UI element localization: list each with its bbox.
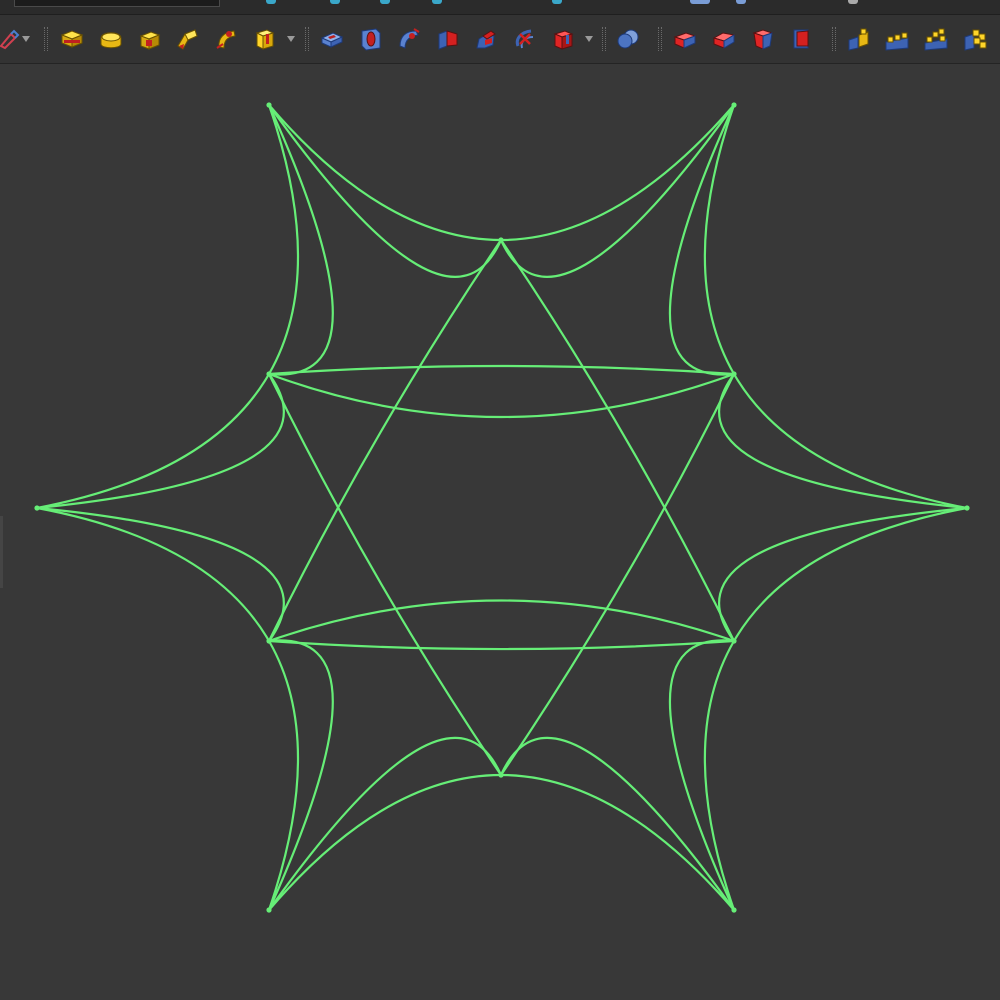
sketch-vertex[interactable] [964, 505, 970, 511]
sketch-vertex[interactable] [498, 772, 504, 778]
subtractive-pipe-icon[interactable] [470, 23, 502, 55]
sketch-curve[interactable] [668, 639, 736, 911]
chamfer-icon[interactable] [708, 23, 740, 55]
toolbar-separator [44, 27, 48, 51]
sketch-geometry[interactable] [0, 64, 1000, 1000]
toolbar-partial-icon[interactable] [690, 0, 710, 4]
sketch-vertex[interactable] [34, 505, 40, 511]
sketch-curve[interactable] [703, 506, 968, 911]
polar-pattern-icon[interactable] [920, 23, 952, 55]
sketch-curve[interactable] [703, 104, 968, 510]
sketch-curve[interactable] [268, 373, 502, 776]
subtractive-loft-icon[interactable] [432, 23, 464, 55]
dropdown-arrow-icon[interactable] [287, 36, 295, 42]
sketch-curve[interactable] [717, 373, 968, 510]
partdesign-toolbar [0, 15, 1000, 64]
sketch-curve[interactable] [668, 104, 736, 376]
sketch-vertex[interactable] [266, 638, 272, 644]
toolbar-separator [305, 27, 309, 51]
toolbar-separator [832, 27, 836, 51]
toolbar-partial-icon[interactable] [552, 0, 562, 4]
sketch-curve[interactable] [268, 599, 735, 643]
multitransform-icon[interactable] [959, 23, 991, 55]
sketch-curve[interactable] [500, 239, 735, 642]
sketch-curve[interactable] [268, 372, 735, 419]
toolbar-partial-icon[interactable] [266, 0, 276, 4]
linear-pattern-icon[interactable] [881, 23, 913, 55]
dropdown-arrow-icon[interactable] [585, 36, 593, 42]
loft-icon[interactable] [172, 23, 204, 55]
mirrored-icon[interactable] [843, 23, 875, 55]
sketch-vertex[interactable] [731, 638, 737, 644]
hole-icon[interactable] [355, 23, 387, 55]
groove-icon[interactable] [393, 23, 425, 55]
sketch-vertex[interactable] [731, 102, 737, 108]
toolbar-partial-icon[interactable] [736, 0, 746, 4]
subtractive-primitive-icon[interactable] [548, 23, 580, 55]
sketch-vertex[interactable] [498, 237, 504, 243]
thickness-icon[interactable] [785, 23, 817, 55]
sketch-vertex[interactable] [731, 371, 737, 377]
sketch-curve[interactable] [36, 506, 299, 911]
sketch-vertex[interactable] [266, 907, 272, 913]
sketch-vertex[interactable] [266, 371, 272, 377]
sketch-curve[interactable] [267, 639, 334, 911]
toolbar-partial-icon[interactable] [380, 0, 390, 4]
sketch-curve[interactable] [717, 506, 968, 642]
sketch-vertex[interactable] [266, 102, 272, 108]
sketch-vertex[interactable] [731, 907, 737, 913]
toolbar-partial-icon[interactable] [848, 0, 858, 4]
sketch-curve[interactable] [268, 639, 735, 651]
revolve-icon[interactable] [95, 23, 127, 55]
fillet-icon[interactable] [669, 23, 701, 55]
3d-viewport[interactable] [0, 64, 1000, 1000]
dropdown-arrow-icon[interactable] [22, 36, 30, 42]
extrude-icon[interactable] [56, 23, 88, 55]
workbench-selector[interactable] [14, 0, 220, 7]
toolbar-separator [602, 27, 606, 51]
sketch-curve[interactable] [268, 364, 735, 376]
sketch-curve[interactable] [36, 506, 285, 642]
sketch-curve[interactable] [36, 373, 285, 510]
toolbar-partial-icon[interactable] [432, 0, 442, 4]
sketch-curve[interactable] [36, 104, 299, 510]
sketch-curve[interactable] [268, 104, 735, 242]
sketch-curve[interactable] [500, 373, 735, 776]
sketch-curve[interactable] [268, 239, 502, 642]
side-panel-handle[interactable] [0, 516, 3, 588]
draft-icon[interactable] [747, 23, 779, 55]
sweep-icon[interactable] [211, 23, 243, 55]
toolbar-partial-icon[interactable] [330, 0, 340, 4]
pocket-icon[interactable] [316, 23, 348, 55]
boolean-icon[interactable] [612, 23, 644, 55]
additive-primitive-icon[interactable] [249, 23, 281, 55]
mirror-icon[interactable] [134, 23, 166, 55]
top-toolbar-strip [0, 0, 1000, 15]
subtractive-helix-icon[interactable] [509, 23, 541, 55]
sketch-curve[interactable] [268, 773, 735, 911]
sketch-curve[interactable] [267, 104, 334, 376]
toolbar-separator [658, 27, 662, 51]
